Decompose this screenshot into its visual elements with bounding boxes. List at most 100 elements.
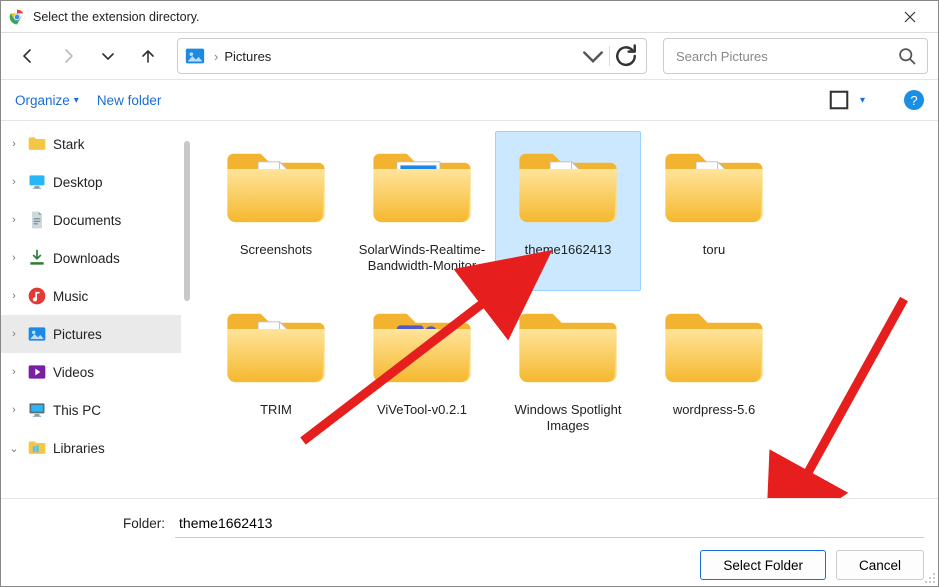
folder-item[interactable]: Windows Spotlight Images [495,291,641,451]
dialog-window: Select the extension directory. › Pictur… [0,0,939,587]
address-dropdown[interactable] [579,42,607,70]
folder-icon: T [363,296,481,398]
refresh-button[interactable] [612,42,640,70]
folder-item[interactable]: SolarWinds-Realtime-Bandwidth-Monitor [349,131,495,291]
folder-label: ViVeTool-v0.2.1 [377,398,467,446]
sidebar-item-stark[interactable]: › Stark [1,125,181,163]
back-button[interactable] [11,39,45,73]
sidebar-scrollbar[interactable] [181,121,193,498]
up-button[interactable] [131,39,165,73]
forward-button[interactable] [51,39,85,73]
folder-label: Folder: [123,516,165,531]
expander-icon[interactable]: ⌄ [7,442,21,455]
expander-icon[interactable]: › [7,176,21,188]
folder-label: SolarWinds-Realtime-Bandwidth-Monitor [354,238,490,286]
pictures-icon [184,45,206,67]
folder-item[interactable]: theme1662413 [495,131,641,291]
sidebar: › Stark › Desktop › Documents › Downloads › Music… [1,121,181,498]
music-icon [27,286,47,306]
folder-label: wordpress-5.6 [673,398,755,446]
footer: Folder: Select Folder Cancel [1,498,938,586]
thispc-icon [27,400,47,420]
folder-icon [217,136,335,238]
folder-item[interactable]: wordpress-5.6 [641,291,787,451]
sidebar-item-libraries[interactable]: ⌄ Libraries [1,429,181,467]
expander-icon[interactable]: › [7,328,21,340]
sidebar-item-pictures[interactable]: › Pictures [1,315,181,353]
folder-icon [655,136,773,238]
downloads-icon [27,248,47,268]
folder-item[interactable]: toru [641,131,787,291]
expander-icon[interactable]: › [7,138,21,150]
breadcrumb-location[interactable]: Pictures [222,49,579,64]
search-input[interactable] [674,48,897,65]
folder-icon [363,136,481,238]
address-separator [609,46,610,66]
libraries-icon [27,438,47,458]
folder-input[interactable] [175,509,924,538]
videos-icon [27,362,47,382]
expander-icon[interactable]: › [7,366,21,378]
folder-icon [509,136,627,238]
folder-icon [217,296,335,398]
content-area[interactable]: Screenshots SolarWinds-Realtime-Bandwidth… [193,121,938,498]
body: › Stark › Desktop › Documents › Downloads › Music… [1,121,938,498]
sidebar-item-desktop[interactable]: › Desktop [1,163,181,201]
caret-down-icon: ▾ [74,95,79,106]
dialog-title: Select the extension directory. [33,10,890,24]
select-folder-button[interactable]: Select Folder [700,550,826,580]
toolbar: Organize ▾ New folder ▾ ? [1,79,938,121]
sidebar-item-label: Libraries [53,441,105,456]
close-button[interactable] [890,2,930,32]
resize-grip[interactable] [922,570,936,584]
expander-icon[interactable]: › [7,252,21,264]
expander-icon[interactable]: › [7,404,21,416]
pictures-icon [27,324,47,344]
sidebar-item-label: Desktop [53,175,103,190]
sidebar-item-label: Videos [53,365,94,380]
sidebar-item-documents[interactable]: › Documents [1,201,181,239]
help-button[interactable]: ? [904,90,924,110]
folder-icon [655,296,773,398]
breadcrumb-sep: › [210,49,222,64]
sidebar-item-label: Stark [53,137,85,152]
folder-icon [509,296,627,398]
documents-icon [27,210,47,230]
folder-item[interactable]: Screenshots [203,131,349,291]
folder-icon [27,134,47,154]
sidebar-item-videos[interactable]: › Videos [1,353,181,391]
folder-label: toru [703,238,725,286]
sidebar-item-music[interactable]: › Music [1,277,181,315]
folder-label: TRIM [260,398,292,446]
organize-label: Organize [15,93,70,108]
desktop-icon [27,172,47,192]
sidebar-item-downloads[interactable]: › Downloads [1,239,181,277]
search-icon[interactable] [897,46,917,66]
folder-item[interactable]: TRIM [203,291,349,451]
chrome-icon [9,9,25,25]
address-bar[interactable]: › Pictures [177,38,647,74]
scrollbar-thumb[interactable] [184,141,190,301]
folder-grid: Screenshots SolarWinds-Realtime-Bandwidth… [203,131,932,451]
organize-menu[interactable]: Organize ▾ [15,93,79,108]
sidebar-item-label: Documents [53,213,121,228]
folder-label: theme1662413 [525,238,612,286]
recent-locations-button[interactable] [91,39,125,73]
sidebar-item-label: This PC [53,403,101,418]
title-bar: Select the extension directory. [1,1,938,33]
sidebar-item-label: Downloads [53,251,120,266]
folder-label: Screenshots [240,238,312,286]
new-folder-button[interactable]: New folder [97,93,162,108]
folder-label: Windows Spotlight Images [500,398,636,446]
view-mode-button[interactable] [828,89,850,111]
sidebar-item-this-pc[interactable]: › This PC [1,391,181,429]
search-box[interactable] [663,38,928,74]
nav-row: › Pictures [1,33,938,79]
expander-icon[interactable]: › [7,214,21,226]
view-mode-dropdown[interactable]: ▾ [860,95,876,106]
cancel-button[interactable]: Cancel [836,550,924,580]
sidebar-item-label: Music [53,289,88,304]
sidebar-item-label: Pictures [53,327,102,342]
folder-item[interactable]: TViVeTool-v0.2.1 [349,291,495,451]
expander-icon[interactable]: › [7,290,21,302]
